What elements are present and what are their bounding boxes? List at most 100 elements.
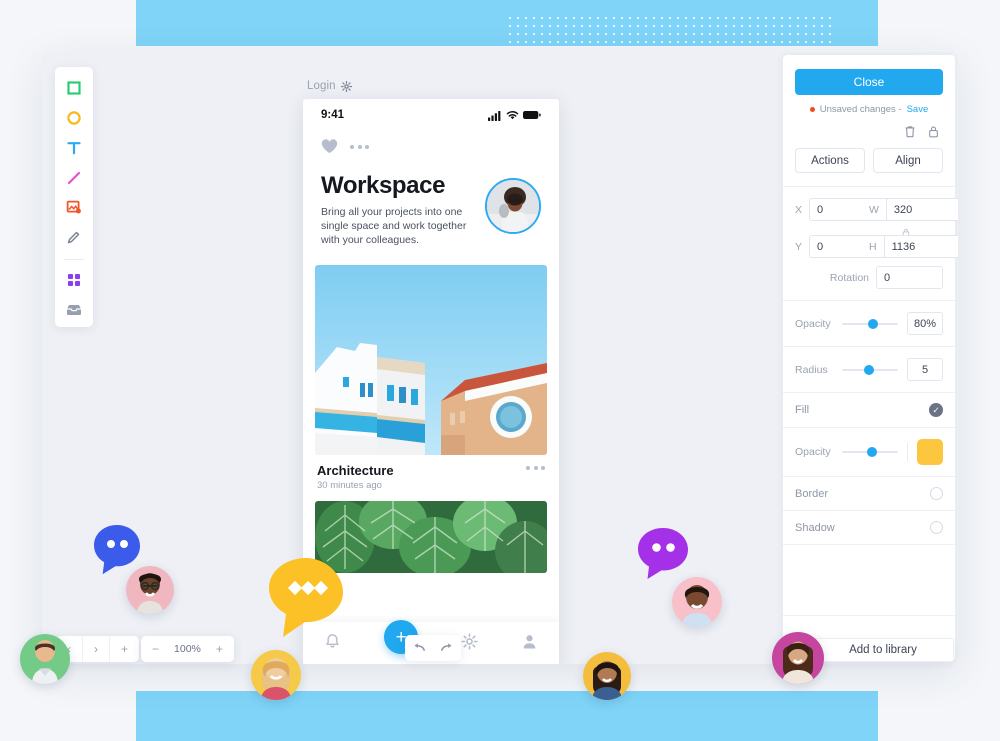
hero-subtitle: Bring all your projects into one single … (321, 206, 467, 246)
y-field-group: Y (795, 235, 958, 258)
image-icon (66, 201, 81, 214)
shadow-checkbox[interactable] (930, 521, 943, 534)
gear-icon[interactable] (340, 80, 352, 92)
h-input[interactable] (883, 235, 958, 258)
fill-checkbox[interactable]: ✓ (929, 403, 943, 417)
fill-color-swatch[interactable] (917, 439, 943, 465)
fill-opacity-slider[interactable] (842, 447, 898, 457)
history-control-bar (405, 635, 461, 661)
panel-icon-row (783, 115, 955, 146)
avatar-pink-2[interactable] (672, 577, 722, 627)
pencil-tool[interactable] (59, 225, 89, 250)
opacity-label: Opacity (795, 317, 831, 330)
trash-icon[interactable] (904, 125, 916, 138)
h-label: H (869, 240, 877, 253)
image-tool[interactable] (59, 195, 89, 220)
fill-opacity-slider-knob[interactable] (866, 447, 877, 457)
line-tool[interactable] (59, 165, 89, 190)
border-row[interactable]: Border (783, 476, 955, 510)
card-more-dots-icon[interactable] (526, 466, 545, 470)
user-avatar (487, 180, 539, 232)
border-label: Border (795, 487, 829, 500)
ellipse-tool[interactable] (59, 106, 89, 131)
radius-row: Radius 5 (795, 358, 943, 381)
h-field-group: H (869, 235, 958, 258)
text-tool[interactable] (59, 136, 89, 161)
avatar (126, 566, 174, 614)
opacity-slider-knob[interactable] (867, 318, 878, 329)
fill-label: Fill (795, 404, 810, 416)
person-icon (523, 635, 535, 649)
gear-icon (461, 633, 478, 650)
opacity-slider[interactable] (842, 318, 898, 329)
radius-value[interactable]: 5 (907, 358, 943, 381)
properties-panel: Close Unsaved changes - Save Actions Ali… (783, 55, 958, 661)
speech-bubble-icon (94, 525, 140, 575)
tab-settings[interactable] (461, 633, 478, 655)
card-image-leaves[interactable] (315, 501, 547, 573)
avatar-yellow-2[interactable] (583, 652, 631, 700)
canvas-frame-label[interactable]: Login (307, 80, 352, 92)
fill-opacity-row: Opacity (795, 439, 943, 465)
phone-top-actions (303, 131, 559, 156)
w-field-group: W (869, 198, 958, 221)
rotation-input[interactable] (876, 266, 943, 289)
speech-bubble-icon (638, 528, 688, 579)
w-input[interactable] (885, 198, 958, 221)
zoom-in-button[interactable]: + (205, 636, 234, 662)
phone-hero-section: Workspace Bring all your projects into o… (303, 156, 559, 257)
cellular-bars-icon (488, 110, 501, 121)
rectangle-tool[interactable] (59, 76, 89, 101)
opacity-value[interactable]: 80% (907, 312, 943, 335)
card-image-architecture[interactable] (315, 265, 547, 455)
radius-slider-knob[interactable] (863, 364, 874, 375)
avatar-yellow-1[interactable] (251, 650, 301, 700)
square-icon (67, 81, 81, 95)
undo-arrow-icon[interactable] (412, 642, 426, 654)
radius-section: Radius 5 (783, 346, 955, 392)
close-button[interactable]: Close (795, 69, 943, 95)
page-next-button[interactable]: › (83, 636, 109, 662)
speech-bubble-icon (269, 558, 343, 637)
tab-profile[interactable] (521, 633, 538, 655)
avatar-pink-1[interactable] (126, 566, 174, 614)
fill-row[interactable]: Fill ✓ (783, 392, 955, 427)
drawer-icon (67, 304, 81, 315)
zoom-level-value[interactable]: 100% (170, 643, 205, 655)
zoom-control-bar: − 100% + (141, 636, 234, 662)
chat-bubble-yellow[interactable] (267, 557, 345, 644)
hero-avatar[interactable] (485, 178, 541, 234)
fill-opacity-label: Opacity (795, 446, 831, 458)
shadow-row[interactable]: Shadow (783, 510, 955, 544)
banner-dot-pattern (506, 14, 836, 46)
x-label: X (795, 203, 803, 216)
components-tool[interactable] (59, 267, 89, 292)
aspect-ratio-lock[interactable] (795, 224, 943, 237)
fill-opacity-section: Opacity (783, 427, 955, 476)
unsaved-changes-label: Unsaved changes - (819, 104, 902, 115)
library-tool[interactable] (59, 297, 89, 322)
zoom-out-button[interactable]: − (141, 636, 170, 662)
chat-bubble-purple[interactable] (637, 527, 689, 586)
save-link[interactable]: Save (907, 104, 929, 115)
avatar-green[interactable] (20, 634, 70, 684)
add-to-library-button[interactable]: Add to library (812, 638, 954, 662)
actions-button[interactable]: Actions (795, 148, 865, 173)
lock-icon[interactable] (928, 125, 939, 138)
panel-action-buttons: Actions Align (783, 146, 955, 186)
heart-icon[interactable] (321, 139, 338, 154)
avatar-magenta[interactable] (772, 632, 824, 684)
align-button[interactable]: Align (873, 148, 943, 173)
redo-arrow-icon[interactable] (440, 642, 454, 654)
border-checkbox[interactable] (930, 487, 943, 500)
divider (907, 443, 908, 461)
panel-empty-area (783, 544, 955, 615)
geometry-row-2: Y H (795, 235, 958, 258)
radius-slider[interactable] (842, 364, 898, 375)
more-dots-icon[interactable] (350, 144, 369, 149)
pencil-icon (67, 231, 80, 244)
phone-status-bar: 9:41 (303, 99, 559, 131)
page-add-button[interactable]: + (110, 636, 139, 662)
card-meta: Architecture 30 minutes ago (303, 455, 559, 495)
tool-divider (64, 258, 84, 260)
